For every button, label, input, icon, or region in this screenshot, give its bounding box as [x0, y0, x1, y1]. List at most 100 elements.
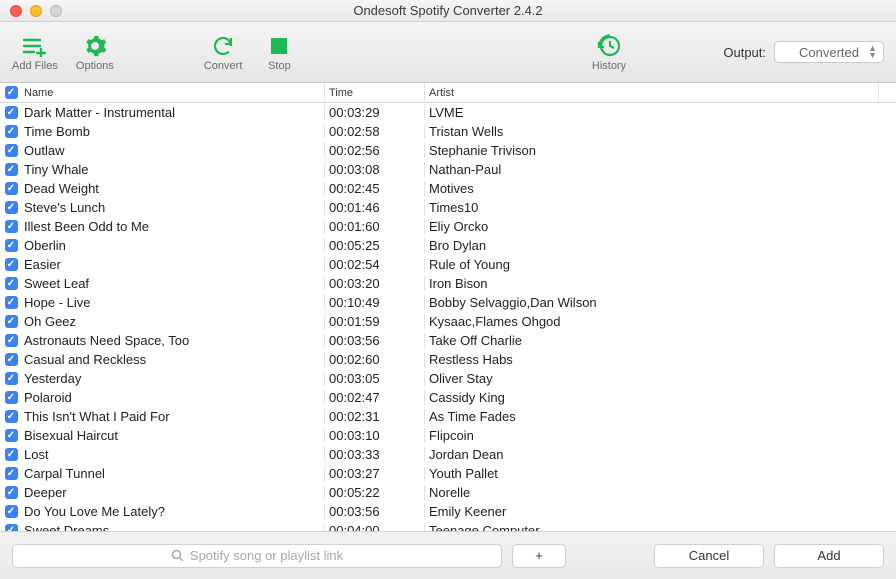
row-checkbox[interactable] [5, 486, 18, 499]
table-row[interactable]: Casual and Reckless00:02:60Restless Habs [0, 350, 896, 369]
column-header-spacer [878, 83, 896, 102]
table-row[interactable]: Lost00:03:33Jordan Dean [0, 445, 896, 464]
cancel-button[interactable]: Cancel [654, 544, 764, 568]
cell-name: Outlaw [22, 143, 325, 158]
select-all-checkbox[interactable] [5, 86, 18, 99]
table-row[interactable]: Dead Weight00:02:45Motives [0, 179, 896, 198]
row-checkbox[interactable] [5, 315, 18, 328]
row-checkbox[interactable] [5, 410, 18, 423]
cell-time: 00:03:10 [325, 428, 425, 443]
row-checkbox[interactable] [5, 182, 18, 195]
cell-name: Illest Been Odd to Me [22, 219, 325, 234]
table-row[interactable]: Steve's Lunch00:01:46Times10 [0, 198, 896, 217]
row-checkbox[interactable] [5, 125, 18, 138]
row-checkbox[interactable] [5, 391, 18, 404]
row-checkbox[interactable] [5, 163, 18, 176]
cell-time: 00:03:33 [325, 447, 425, 462]
add-button[interactable]: Add [774, 544, 884, 568]
table-row[interactable]: Dark Matter - Instrumental00:03:29LVME [0, 103, 896, 122]
cell-name: Tiny Whale [22, 162, 325, 177]
cell-artist: Iron Bison [425, 276, 896, 291]
cell-artist: Bobby Selvaggio,Dan Wilson [425, 295, 896, 310]
stop-button[interactable]: Stop [260, 32, 298, 72]
track-list[interactable]: Dark Matter - Instrumental00:03:29LVMETi… [0, 103, 896, 550]
table-row[interactable]: Yesterday00:03:05Oliver Stay [0, 369, 896, 388]
column-header-artist[interactable]: Artist [425, 83, 878, 102]
cell-artist: Youth Pallet [425, 466, 896, 481]
column-header-name[interactable]: Name [22, 83, 325, 102]
table-row[interactable]: Do You Love Me Lately?00:03:56Emily Keen… [0, 502, 896, 521]
column-header-time[interactable]: Time [325, 83, 425, 102]
gear-icon [83, 32, 107, 60]
cell-time: 00:02:60 [325, 352, 425, 367]
table-row[interactable]: Outlaw00:02:56Stephanie Trivison [0, 141, 896, 160]
table-row[interactable]: Bisexual Haircut00:03:10Flipcoin [0, 426, 896, 445]
table-row[interactable]: Tiny Whale00:03:08Nathan-Paul [0, 160, 896, 179]
table-row[interactable]: Illest Been Odd to Me00:01:60Eliy Orcko [0, 217, 896, 236]
row-checkbox[interactable] [5, 220, 18, 233]
row-checkbox[interactable] [5, 467, 18, 480]
output-select-value: Converted [799, 45, 859, 60]
cell-artist: Motives [425, 181, 896, 196]
search-input[interactable]: Spotify song or playlist link [12, 544, 502, 568]
add-files-button[interactable]: Add Files [12, 32, 58, 72]
row-checkbox[interactable] [5, 239, 18, 252]
stop-icon [269, 32, 289, 60]
cell-artist: Cassidy King [425, 390, 896, 405]
row-checkbox[interactable] [5, 277, 18, 290]
table-row[interactable]: Deeper00:05:22Norelle [0, 483, 896, 502]
cell-name: Bisexual Haircut [22, 428, 325, 443]
table-row[interactable]: Time Bomb00:02:58Tristan Wells [0, 122, 896, 141]
row-checkbox[interactable] [5, 429, 18, 442]
row-checkbox[interactable] [5, 258, 18, 271]
cell-name: Sweet Leaf [22, 276, 325, 291]
cell-time: 00:02:56 [325, 143, 425, 158]
row-checkbox[interactable] [5, 353, 18, 366]
cell-artist: Kysaac,Flames Ohgod [425, 314, 896, 329]
table-row[interactable]: Hope - Live00:10:49Bobby Selvaggio,Dan W… [0, 293, 896, 312]
row-checkbox[interactable] [5, 505, 18, 518]
cell-artist: Jordan Dean [425, 447, 896, 462]
row-checkbox[interactable] [5, 144, 18, 157]
cell-name: Dead Weight [22, 181, 325, 196]
cell-time: 00:05:25 [325, 238, 425, 253]
table-row[interactable]: This Isn't What I Paid For00:02:31As Tim… [0, 407, 896, 426]
output-select[interactable]: Converted ▲▼ [774, 41, 884, 63]
table-row[interactable]: Oberlin00:05:25Bro Dylan [0, 236, 896, 255]
options-button[interactable]: Options [76, 32, 114, 72]
cell-name: Yesterday [22, 371, 325, 386]
table-row[interactable]: Astronauts Need Space, Too00:03:56Take O… [0, 331, 896, 350]
row-checkbox[interactable] [5, 334, 18, 347]
bottom-bar: Spotify song or playlist link + Cancel A… [0, 531, 896, 579]
add-plus-button[interactable]: + [512, 544, 566, 568]
row-checkbox[interactable] [5, 448, 18, 461]
table-row[interactable]: Polaroid00:02:47Cassidy King [0, 388, 896, 407]
cell-artist: LVME [425, 105, 896, 120]
row-checkbox[interactable] [5, 372, 18, 385]
cell-artist: As Time Fades [425, 409, 896, 424]
cell-artist: Rule of Young [425, 257, 896, 272]
cell-artist: Tristan Wells [425, 124, 896, 139]
table-row[interactable]: Oh Geez00:01:59Kysaac,Flames Ohgod [0, 312, 896, 331]
cell-artist: Stephanie Trivison [425, 143, 896, 158]
cell-artist: Norelle [425, 485, 896, 500]
cell-time: 00:02:58 [325, 124, 425, 139]
cell-time: 00:02:47 [325, 390, 425, 405]
row-checkbox[interactable] [5, 296, 18, 309]
search-icon [171, 549, 184, 562]
table-header: Name Time Artist [0, 83, 896, 103]
table-row[interactable]: Sweet Leaf00:03:20Iron Bison [0, 274, 896, 293]
cell-artist: Flipcoin [425, 428, 896, 443]
cell-name: Astronauts Need Space, Too [22, 333, 325, 348]
row-checkbox[interactable] [5, 201, 18, 214]
select-arrows-icon: ▲▼ [868, 45, 877, 59]
table-row[interactable]: Easier00:02:54Rule of Young [0, 255, 896, 274]
cell-artist: Times10 [425, 200, 896, 215]
cell-name: Carpal Tunnel [22, 466, 325, 481]
cell-name: Lost [22, 447, 325, 462]
table-row[interactable]: Carpal Tunnel00:03:27Youth Pallet [0, 464, 896, 483]
history-button[interactable]: History [590, 32, 628, 72]
convert-button[interactable]: Convert [204, 32, 243, 72]
cell-name: Steve's Lunch [22, 200, 325, 215]
row-checkbox[interactable] [5, 106, 18, 119]
